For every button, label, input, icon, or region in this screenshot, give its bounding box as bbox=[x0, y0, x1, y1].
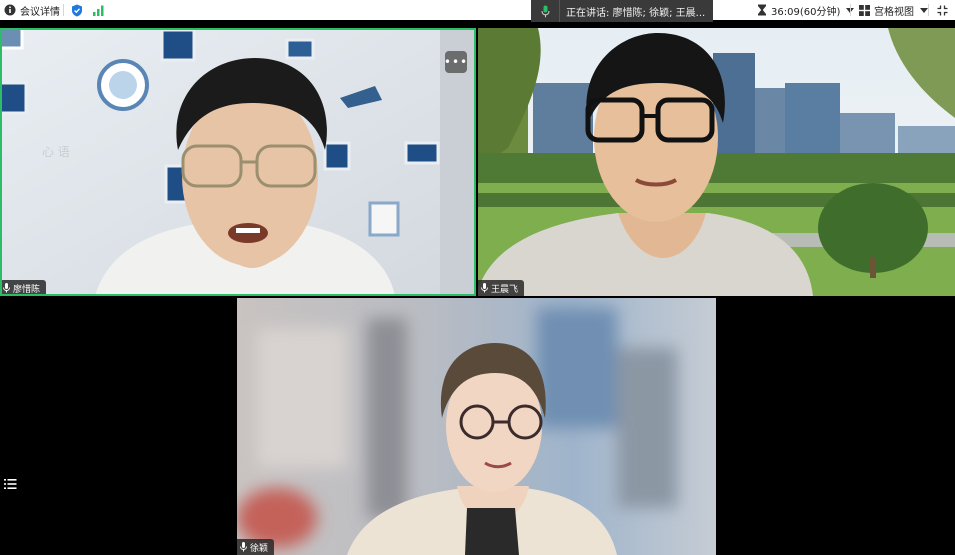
participant-name: 徐颖 bbox=[250, 543, 269, 554]
timer-text: 36:09(60分钟) bbox=[771, 6, 841, 18]
microphone-icon bbox=[240, 542, 247, 552]
participant-name: 廖惜陈 bbox=[13, 284, 41, 295]
microphone-icon bbox=[481, 283, 488, 293]
fullscreen-icon bbox=[937, 5, 948, 16]
view-mode-label: 宫格视图 bbox=[874, 6, 914, 18]
hourglass-icon bbox=[757, 4, 767, 16]
participant-name: 王晨飞 bbox=[491, 284, 519, 295]
microphone-icon bbox=[531, 0, 559, 22]
video-tile-2[interactable]: 王晨飞 bbox=[478, 28, 955, 296]
security-indicator[interactable] bbox=[71, 0, 83, 20]
info-icon bbox=[4, 4, 16, 16]
top-toolbar: 会议详情 36:09(60分钟) 宫格视图 bbox=[0, 0, 955, 20]
participant-name-tag: 徐颖 bbox=[237, 539, 275, 555]
network-quality-indicator[interactable] bbox=[93, 0, 104, 20]
meeting-details-label: 会议详情 bbox=[20, 6, 60, 18]
active-speaker-banner: 正在讲话: 廖惜陈; 徐颖; 王晨... bbox=[531, 0, 713, 22]
participant-video bbox=[478, 28, 955, 296]
video-tile-3[interactable]: 徐颖 bbox=[237, 298, 716, 555]
divider bbox=[850, 4, 851, 16]
shield-check-icon bbox=[71, 4, 83, 17]
participant-list-icon bbox=[4, 479, 17, 493]
microphone-icon bbox=[3, 283, 10, 293]
divider bbox=[63, 4, 64, 16]
chevron-down-icon bbox=[920, 7, 928, 13]
meeting-details-button[interactable]: 会议详情 bbox=[4, 0, 60, 20]
svg-text:心 语: 心 语 bbox=[42, 145, 70, 159]
grid-view-icon bbox=[859, 4, 870, 16]
participant-name-tag: 王晨飞 bbox=[478, 280, 525, 296]
view-mode-button[interactable]: 宫格视图 bbox=[859, 0, 928, 20]
more-icon: ••• bbox=[443, 55, 469, 69]
divider bbox=[928, 4, 929, 16]
participant-list-button[interactable] bbox=[4, 478, 17, 493]
participant-video bbox=[237, 298, 716, 555]
video-tile-1[interactable]: 心 语 ••• 廖惜陈 bbox=[0, 28, 476, 296]
participant-video: 心 语 bbox=[0, 28, 476, 296]
more-options-button[interactable]: ••• bbox=[443, 51, 469, 73]
participant-name-tag: 廖惜陈 bbox=[0, 280, 47, 296]
meeting-timer[interactable]: 36:09(60分钟) bbox=[757, 0, 855, 20]
speaking-text: 正在讲话: 廖惜陈; 徐颖; 王晨... bbox=[566, 7, 706, 19]
signal-bars-icon bbox=[93, 5, 104, 16]
fullscreen-button[interactable] bbox=[937, 0, 948, 20]
